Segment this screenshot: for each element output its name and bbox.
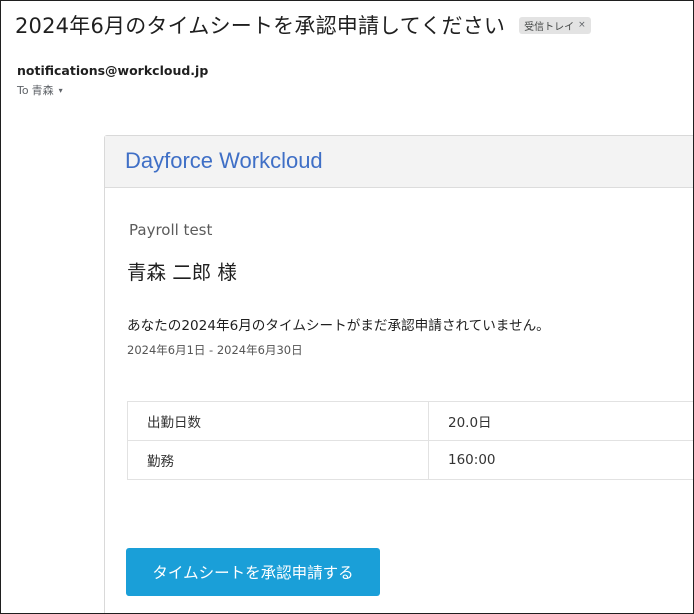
- email-view: 2024年6月のタイムシートを承認申請してください 受信トレイ × notifi…: [0, 0, 694, 614]
- email-subject: 2024年6月のタイムシートを承認申請してください: [15, 14, 506, 38]
- recipient-prefix: To: [17, 83, 29, 97]
- inbox-label-text: 受信トレイ: [524, 21, 575, 33]
- chevron-down-icon[interactable]: ▾: [59, 86, 63, 95]
- reminder-message: あなたの2024年6月のタイムシートがまだ承認申請されていません。: [127, 318, 550, 334]
- email-body-card: Dayforce Workcloud Payroll test 青森 二郎 様 …: [104, 135, 693, 613]
- stat-label: 勤務: [127, 440, 429, 480]
- stat-value: 160:00: [428, 440, 693, 480]
- stat-label: 出勤日数: [127, 401, 429, 441]
- card-header: Dayforce Workcloud: [105, 136, 693, 188]
- submit-timesheet-button[interactable]: タイムシートを承認申請する: [126, 548, 380, 596]
- timesheet-summary-table: 出勤日数 20.0日 勤務 160:00: [127, 401, 693, 480]
- inbox-label-chip[interactable]: 受信トレイ ×: [519, 16, 591, 34]
- sender-address: notifications@workcloud.jp: [17, 63, 209, 78]
- company-name: Payroll test: [129, 221, 213, 239]
- brand-name: Dayforce Workcloud: [125, 148, 323, 173]
- remove-label-icon[interactable]: ×: [578, 20, 586, 30]
- stat-value: 20.0日: [428, 401, 693, 441]
- recipient-name: 青森: [31, 84, 54, 97]
- recipient-row[interactable]: To 青森 ▾: [17, 82, 63, 98]
- timesheet-period: 2024年6月1日 - 2024年6月30日: [127, 343, 303, 357]
- table-row: 勤務 160:00: [127, 440, 693, 480]
- greeting: 青森 二郎 様: [127, 261, 237, 284]
- table-row: 出勤日数 20.0日: [127, 401, 693, 441]
- subject-row: 2024年6月のタイムシートを承認申請してください 受信トレイ ×: [15, 9, 591, 41]
